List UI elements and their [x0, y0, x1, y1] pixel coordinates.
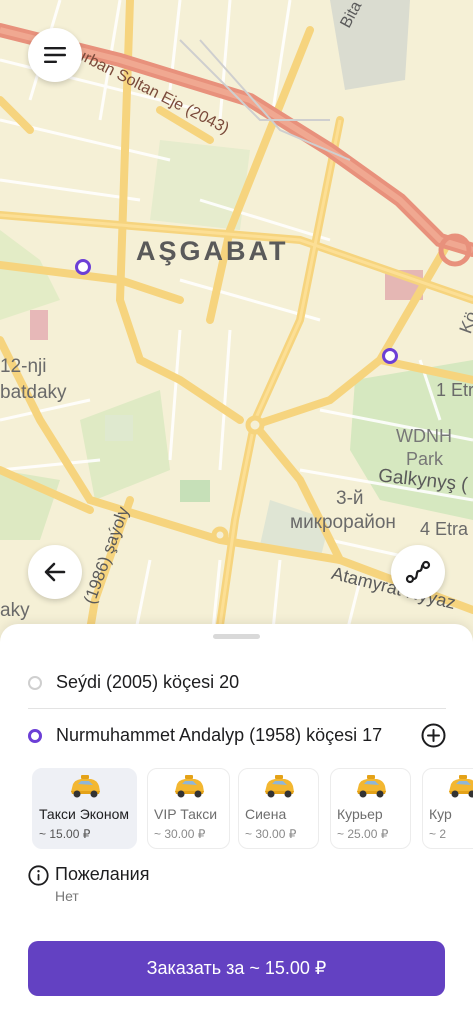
back-button[interactable] — [28, 545, 82, 599]
tariff-price: ~ 25.00 ₽ — [337, 827, 389, 841]
map-label-district: 3-й — [336, 488, 364, 509]
map-label-district: 12-nji — [0, 356, 47, 377]
tariff-card-vip[interactable]: VIP Такси ~ 30.00 ₽ — [147, 768, 230, 849]
map-label-district: микрорайон — [290, 512, 396, 533]
taxi-car-icon — [448, 775, 473, 798]
pickup-address: Seýdi (2005) köçesi 20 — [56, 672, 240, 692]
map-label-district: 4 Etra — [420, 519, 469, 539]
taxi-car-icon — [70, 775, 100, 798]
sheet-drag-handle[interactable] — [213, 634, 260, 639]
tariff-name: Сиена — [245, 806, 287, 822]
destination-address: Nurmuhammet Andalyp (1958) köçesi 17 — [56, 725, 383, 745]
arrow-left-icon — [44, 562, 66, 582]
tariff-name: Курьер — [337, 806, 383, 822]
order-bottom-sheet: Seýdi (2005) köçesi 20 Nurmuhammet Andal… — [0, 624, 473, 1024]
wishes-value: Нет — [55, 888, 79, 904]
destination-dot-icon — [28, 728, 42, 743]
taxi-car-icon — [174, 775, 204, 798]
map-city-label: AŞGABAT — [136, 236, 289, 266]
tariff-price: ~ 30.00 ₽ — [154, 827, 206, 841]
destination-address-row[interactable]: Nurmuhammet Andalyp (1958) köçesi 17 — [28, 725, 446, 746]
map-label-district: aky — [0, 600, 30, 621]
tariff-price: ~ 30.00 ₽ — [245, 827, 297, 841]
tariff-card-courier[interactable]: Курьер ~ 25.00 ₽ — [330, 768, 411, 849]
taxi-car-icon — [356, 775, 386, 798]
tariff-name: Кур — [429, 806, 452, 822]
tariff-list[interactable]: Такси Эконом ~ 15.00 ₽ VIP Такси ~ 30.00… — [32, 768, 473, 850]
tariff-price: ~ 2 — [429, 827, 447, 841]
tariff-price: ~ 15.00 ₽ — [39, 827, 91, 841]
menu-button[interactable] — [28, 28, 82, 82]
address-divider — [28, 708, 446, 709]
tariff-card-siena[interactable]: Сиена ~ 30.00 ₽ — [238, 768, 319, 849]
order-button[interactable]: Заказать за ~ 15.00 ₽ — [28, 941, 445, 996]
map-label-district: batdaky — [0, 382, 67, 403]
tariff-card-econom[interactable]: Такси Эконом ~ 15.00 ₽ — [32, 768, 137, 849]
taxi-car-icon — [264, 775, 294, 798]
route-point-marker[interactable] — [382, 348, 398, 364]
wishes-title: Пожелания — [55, 864, 150, 884]
pickup-dot-icon — [28, 675, 42, 690]
show-route-button[interactable] — [391, 545, 445, 599]
route-icon — [405, 560, 431, 584]
map-label-park: WDNH — [396, 426, 452, 446]
tariff-name: VIP Такси — [154, 806, 218, 822]
plus-circle-icon[interactable] — [421, 723, 446, 748]
tariff-name: Такси Эконом — [39, 806, 129, 822]
map-label-district: 1 Etr — [436, 380, 473, 400]
route-point-marker[interactable] — [75, 259, 91, 275]
pickup-address-row[interactable]: Seýdi (2005) köçesi 20 — [28, 672, 446, 693]
hamburger-icon — [44, 47, 66, 63]
tariff-card-courier-2[interactable]: Кур ~ 2 — [422, 768, 473, 849]
info-icon — [28, 865, 49, 886]
map-label-park: Park — [406, 449, 444, 469]
